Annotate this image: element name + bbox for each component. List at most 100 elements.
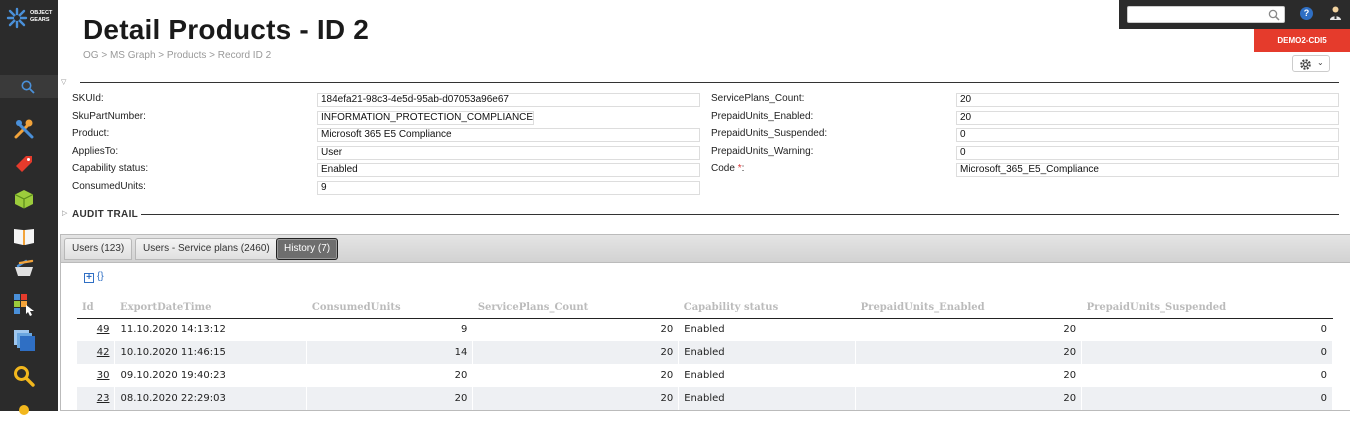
code-field[interactable]: Microsoft_365_E5_Compliance	[956, 163, 1339, 177]
cell-id[interactable]: 49	[77, 318, 116, 341]
cell-exportdatetime: 11.10.2020 14:13:12	[114, 318, 308, 341]
cell-exportdatetime: 09.10.2020 19:40:23	[114, 364, 308, 387]
table-row[interactable]: 23 08.10.2020 22:29:03 20 20 Enabled 20 …	[77, 387, 1333, 410]
form-collapse-toggle[interactable]: ▽	[61, 78, 66, 86]
cell-serviceplans-count: 20	[472, 387, 680, 410]
column-header-capability-status[interactable]: Capability status	[678, 297, 856, 319]
product-field[interactable]: Microsoft 365 E5 Compliance	[317, 128, 700, 142]
documents-icon[interactable]	[12, 328, 36, 352]
apps-icon[interactable]	[12, 292, 36, 316]
tab-users-service-plans[interactable]: Users - Service plans (2460)	[135, 238, 278, 260]
cell-prepaidunits-enabled: 20	[855, 341, 1083, 364]
column-header-prepaidunits-enabled[interactable]: PrepaidUnits_Enabled	[855, 297, 1082, 319]
add-record-button[interactable]: +	[84, 273, 94, 283]
logo-line1: OBJECT	[30, 10, 53, 16]
table-row[interactable]: 42 10.10.2020 11:46:15 14 20 Enabled 20 …	[77, 341, 1333, 364]
cell-exportdatetime: 10.10.2020 11:46:15	[114, 341, 308, 364]
sidebar: OBJECT GEARS	[0, 0, 58, 415]
column-header-id[interactable]: Id	[77, 297, 115, 319]
consumedunits-field[interactable]: 9	[317, 181, 700, 195]
cell-id[interactable]: 42	[77, 341, 116, 364]
table-header-row: Id ExportDateTime ConsumedUnits ServiceP…	[77, 297, 1333, 319]
logo-line2: GEARS	[30, 17, 50, 23]
record-link[interactable]: 23	[97, 393, 110, 404]
tools-icon[interactable]	[12, 117, 36, 141]
audit-trail-expand-icon[interactable]: ▷	[62, 209, 67, 217]
cell-prepaidunits-enabled: 20	[855, 318, 1083, 341]
json-view-button[interactable]: {}	[97, 271, 104, 282]
tab-history[interactable]: History (7)	[276, 238, 339, 260]
cell-consumedunits: 20	[306, 364, 474, 387]
top-bar: ?	[1119, 0, 1350, 29]
tab-strip: Users (123) Users - Service plans (2460)…	[61, 235, 1350, 263]
code-label: Code *:	[711, 163, 744, 174]
skuid-field[interactable]: 184efa21-98c3-4e5d-95ab-d07053a96e67	[317, 93, 700, 107]
column-header-consumedunits[interactable]: ConsumedUnits	[306, 297, 473, 319]
related-records-panel: Users (123) Users - Service plans (2460)…	[60, 234, 1350, 411]
gear-icon	[1300, 59, 1311, 70]
audit-trail-toggle[interactable]: AUDIT TRAIL	[72, 209, 138, 220]
history-table: Id ExportDateTime ConsumedUnits ServiceP…	[77, 297, 1333, 410]
cell-consumedunits: 14	[306, 341, 474, 364]
appliesto-label: AppliesTo:	[72, 146, 119, 157]
breadcrumb[interactable]: OG > MS Graph > Products > Record ID 2	[83, 50, 271, 61]
global-search-input[interactable]	[1128, 10, 1266, 25]
prepaidunits-enabled-field[interactable]: 20	[956, 111, 1339, 125]
search-icon[interactable]	[1268, 9, 1280, 21]
chevron-down-icon: ⌄	[1317, 58, 1324, 67]
cell-prepaidunits-suspended: 0	[1081, 341, 1333, 364]
cell-capability-status: Enabled	[678, 318, 857, 341]
cell-exportdatetime: 08.10.2020 22:29:03	[114, 387, 308, 410]
consumedunits-label: ConsumedUnits:	[72, 181, 146, 192]
settings-dropdown-button[interactable]: ⌄	[1292, 55, 1330, 72]
audit-trail-divider	[141, 214, 1339, 215]
skupartnumber-label: SkuPartNumber:	[72, 111, 146, 122]
serviceplans-count-field[interactable]: 20	[956, 93, 1339, 107]
cell-id[interactable]: 30	[77, 364, 116, 387]
column-header-exportdatetime[interactable]: ExportDateTime	[114, 297, 307, 319]
record-link[interactable]: 30	[97, 370, 110, 381]
table-row[interactable]: 30 09.10.2020 19:40:23 20 20 Enabled 20 …	[77, 364, 1333, 387]
serviceplans-count-label: ServicePlans_Count:	[711, 93, 805, 104]
tab-users[interactable]: Users (123)	[64, 238, 133, 260]
code-label-text: Code	[711, 163, 735, 174]
prepaidunits-warning-field[interactable]: 0	[956, 146, 1339, 160]
cell-prepaidunits-suspended: 0	[1081, 387, 1333, 410]
help-icon[interactable]: ?	[1300, 7, 1313, 20]
prepaidunits-suspended-label: PrepaidUnits_Suspended:	[711, 128, 828, 139]
object-gears-logo[interactable]: OBJECT GEARS	[6, 6, 54, 30]
page-title: Detail Products - ID 2	[83, 14, 370, 45]
cell-consumedunits: 9	[306, 318, 474, 341]
user-icon[interactable]	[1329, 5, 1342, 21]
cell-prepaidunits-suspended: 0	[1081, 318, 1333, 341]
sidebar-search-button[interactable]	[0, 75, 58, 98]
cell-prepaidunits-suspended: 0	[1081, 364, 1333, 387]
table-row[interactable]: 49 11.10.2020 14:13:12 9 20 Enabled 20 0	[77, 318, 1333, 341]
appliesto-field[interactable]: User	[317, 146, 700, 160]
cell-serviceplans-count: 20	[472, 318, 680, 341]
record-link[interactable]: 49	[97, 324, 110, 335]
prepaidunits-suspended-field[interactable]: 0	[956, 128, 1339, 142]
column-header-serviceplans-count[interactable]: ServicePlans_Count	[472, 297, 679, 319]
capability-status-field[interactable]: Enabled	[317, 163, 700, 177]
cart-icon[interactable]	[12, 258, 36, 282]
cell-capability-status: Enabled	[678, 387, 857, 410]
code-label-colon: :	[741, 163, 745, 174]
book-icon[interactable]	[12, 224, 36, 248]
global-search-box[interactable]	[1127, 6, 1285, 25]
cell-id[interactable]: 23	[77, 387, 116, 410]
environment-badge[interactable]: DEMO2-CDI5	[1254, 29, 1350, 52]
skuid-label: SKUId:	[72, 93, 104, 104]
prepaidunits-enabled-label: PrepaidUnits_Enabled:	[711, 111, 814, 122]
prepaidunits-warning-label: PrepaidUnits_Warning:	[711, 146, 814, 157]
tag-icon[interactable]	[12, 152, 36, 176]
cell-prepaidunits-enabled: 20	[855, 387, 1083, 410]
column-header-prepaidunits-suspended[interactable]: PrepaidUnits_Suspended	[1081, 297, 1333, 319]
search-icon	[21, 80, 35, 94]
search-nav-icon[interactable]	[12, 364, 36, 388]
sun-icon[interactable]	[12, 398, 36, 422]
cell-serviceplans-count: 20	[472, 341, 680, 364]
cubes-icon[interactable]	[12, 187, 36, 211]
skupartnumber-field[interactable]: INFORMATION_PROTECTION_COMPLIANCE	[317, 111, 534, 125]
record-link[interactable]: 42	[97, 347, 110, 358]
